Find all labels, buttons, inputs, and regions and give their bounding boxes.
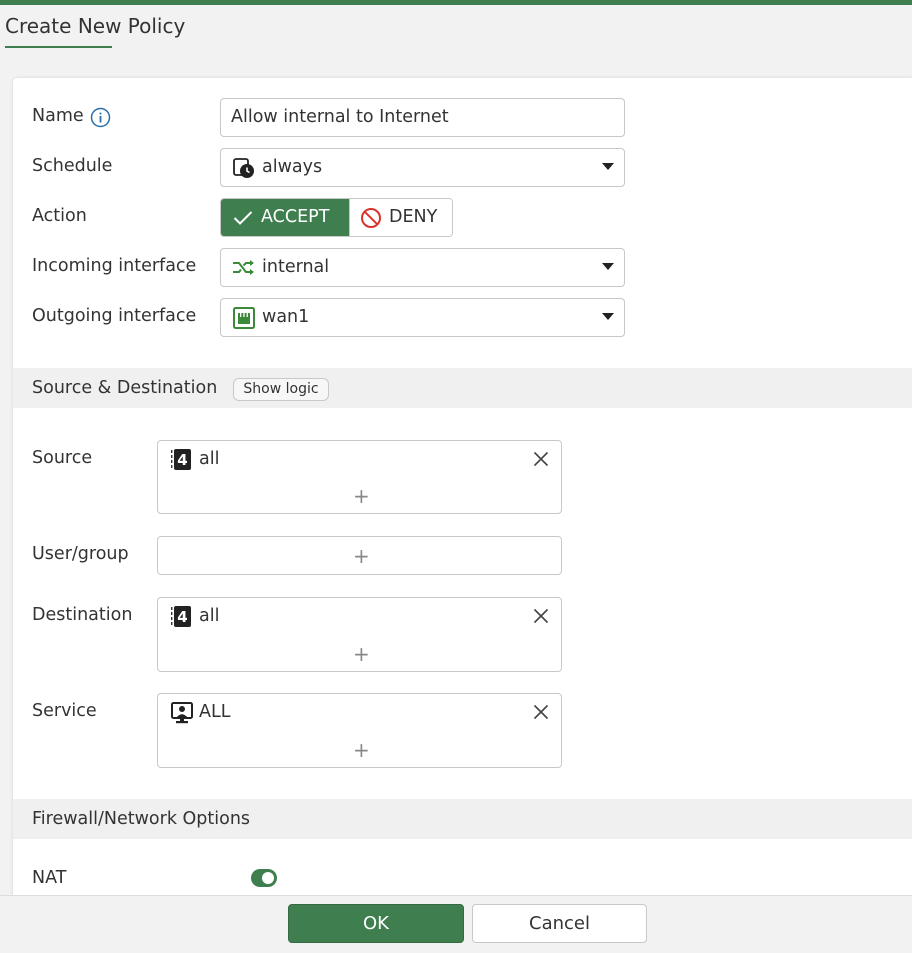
schedule-label: Schedule [32, 156, 113, 176]
chevron-down-icon [602, 163, 614, 170]
deny-label: DENY [389, 207, 438, 227]
page-title: Create New Policy [5, 14, 186, 38]
source-label: Source [32, 448, 93, 468]
outgoing-interface-select[interactable]: wan1 [220, 298, 625, 337]
user-group-label: User/group [32, 544, 129, 564]
nat-toggle-knob [262, 872, 274, 884]
incoming-interface-value: internal [262, 257, 330, 277]
incoming-interface-label: Incoming interface [32, 256, 197, 276]
chevron-down-icon [602, 263, 614, 270]
service-label: Service [32, 701, 97, 721]
destination-field[interactable]: 4 all + [157, 597, 562, 672]
nat-toggle[interactable] [251, 869, 277, 887]
close-icon[interactable] [533, 704, 549, 720]
schedule-value: always [262, 157, 323, 177]
show-logic-button[interactable]: Show logic [233, 378, 329, 401]
schedule-select[interactable]: always [220, 148, 625, 187]
firewall-options-title: Firewall/Network Options [32, 809, 251, 829]
source-entry: all [199, 449, 220, 469]
check-icon [233, 211, 253, 225]
deny-button[interactable]: DENY [349, 199, 452, 236]
accept-label: ACCEPT [261, 207, 330, 227]
service-entry: ALL [199, 702, 231, 722]
ok-button[interactable]: OK [288, 904, 464, 943]
shuffle-interface-icon [233, 260, 254, 275]
name-label: Name [32, 106, 84, 126]
service-field[interactable]: ALL + [157, 693, 562, 768]
add-icon[interactable]: + [353, 644, 370, 664]
name-input-value: Allow internal to Internet [231, 107, 449, 127]
user-group-field[interactable]: + [157, 536, 562, 575]
outgoing-interface-label: Outgoing interface [32, 306, 197, 326]
add-icon[interactable]: + [353, 546, 370, 566]
name-input[interactable]: Allow internal to Internet [220, 98, 625, 137]
deny-icon [361, 208, 381, 228]
schedule-clock-icon [233, 158, 254, 178]
add-icon[interactable]: + [353, 486, 370, 506]
source-field[interactable]: 4 all + [157, 440, 562, 514]
destination-label: Destination [32, 605, 133, 625]
source-destination-title: Source & Destination [32, 378, 218, 398]
destination-entry: all [199, 606, 220, 626]
top-accent-bar [0, 0, 912, 5]
close-icon[interactable] [533, 451, 549, 467]
title-underline [5, 46, 112, 48]
info-icon[interactable] [90, 107, 111, 128]
outgoing-interface-value: wan1 [262, 307, 310, 327]
ipv4-address-icon: 4 [171, 606, 191, 627]
ipv4-address-icon: 4 [171, 449, 191, 470]
close-icon[interactable] [533, 608, 549, 624]
incoming-interface-select[interactable]: internal [220, 248, 625, 287]
action-toggle-group: ACCEPT DENY [220, 198, 453, 237]
action-label: Action [32, 206, 87, 226]
ethernet-port-icon [233, 307, 255, 329]
cancel-button[interactable]: Cancel [472, 904, 647, 943]
chevron-down-icon [602, 313, 614, 320]
svg-text:4: 4 [177, 608, 187, 626]
svg-text:4: 4 [177, 451, 187, 469]
nat-label: NAT [32, 868, 67, 888]
add-icon[interactable]: + [353, 740, 370, 760]
service-icon [171, 702, 193, 724]
accept-button[interactable]: ACCEPT [221, 199, 349, 236]
